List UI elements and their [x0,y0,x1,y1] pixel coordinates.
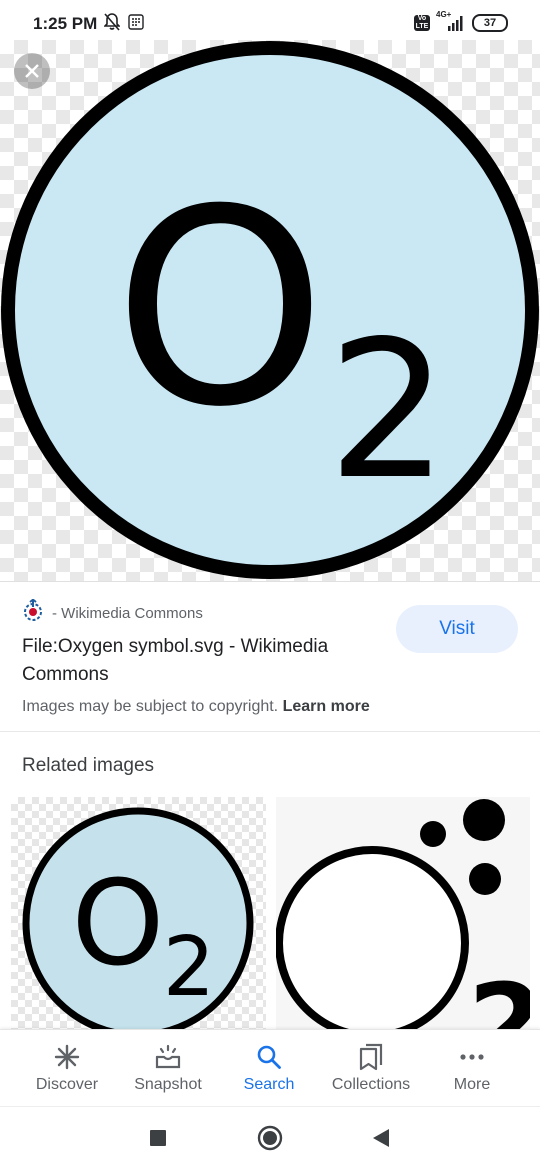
nav-more[interactable]: More [418,1030,526,1106]
nav-collections[interactable]: Collections [317,1030,425,1106]
back-triangle-icon [373,1129,389,1147]
related-thumbnail-o2-circle[interactable]: O 2 [11,797,266,1029]
notification-app-icon [128,13,144,35]
wikimedia-icon [22,598,44,628]
signal-icon: 4G+ [436,10,466,33]
thumb-o-letter: O [72,854,165,992]
battery-icon: 37 [472,14,508,32]
nav-discover[interactable]: Discover [13,1030,121,1106]
close-icon [25,64,39,78]
related-thumbnail-o2-bubbles[interactable]: 2 [276,797,530,1029]
source-row[interactable]: - Wikimedia Commons [22,598,203,628]
bottom-navigation: Discover Snapshot Search Collections Mor… [0,1029,540,1106]
system-navigation-bar [0,1106,540,1171]
hero-o-letter: O [114,151,327,466]
hero-subscript: 2 [328,300,449,521]
related-images-title: Related images [22,755,155,776]
mute-bell-icon [103,12,121,36]
volte-icon: Vo LTE [414,15,430,31]
nav-label: More [453,1076,491,1093]
result-title[interactable]: File:Oxygen symbol.svg - Wikimedia Commo… [22,633,382,689]
asterisk-icon [53,1043,81,1071]
source-name: - Wikimedia Commons [52,605,203,622]
square-icon [150,1130,166,1146]
nav-label: Discover [35,1076,99,1093]
status-time: 1:25 PM [33,14,98,33]
nav-search[interactable]: Search [215,1030,323,1106]
nav-snapshot[interactable]: Snapshot [114,1030,222,1106]
divider [0,581,540,582]
nav-label: Snapshot [134,1076,202,1093]
home-button[interactable] [255,1123,285,1153]
recents-button[interactable] [143,1123,173,1153]
divider [0,731,540,732]
nav-label: Collections [331,1076,411,1093]
back-button[interactable] [366,1123,396,1153]
battery-level: 37 [483,17,497,29]
home-circle-icon [257,1125,283,1151]
copyright-text: Images may be subject to copyright. [22,698,279,715]
thumb-subscript: 2 [163,920,215,1015]
close-button[interactable] [14,53,50,89]
visit-button[interactable]: Visit [396,605,518,653]
thumb2-subscript: 2 [468,960,530,1029]
snapshot-icon [154,1043,182,1071]
more-dots-icon [458,1043,486,1071]
hero-image[interactable]: O 2 [0,40,540,581]
search-icon [255,1043,283,1071]
learn-more-link[interactable]: Learn more [283,698,370,715]
copyright-notice: Images may be subject to copyright. Lear… [22,698,370,716]
collections-icon [357,1043,385,1071]
nav-label: Search [243,1076,295,1093]
